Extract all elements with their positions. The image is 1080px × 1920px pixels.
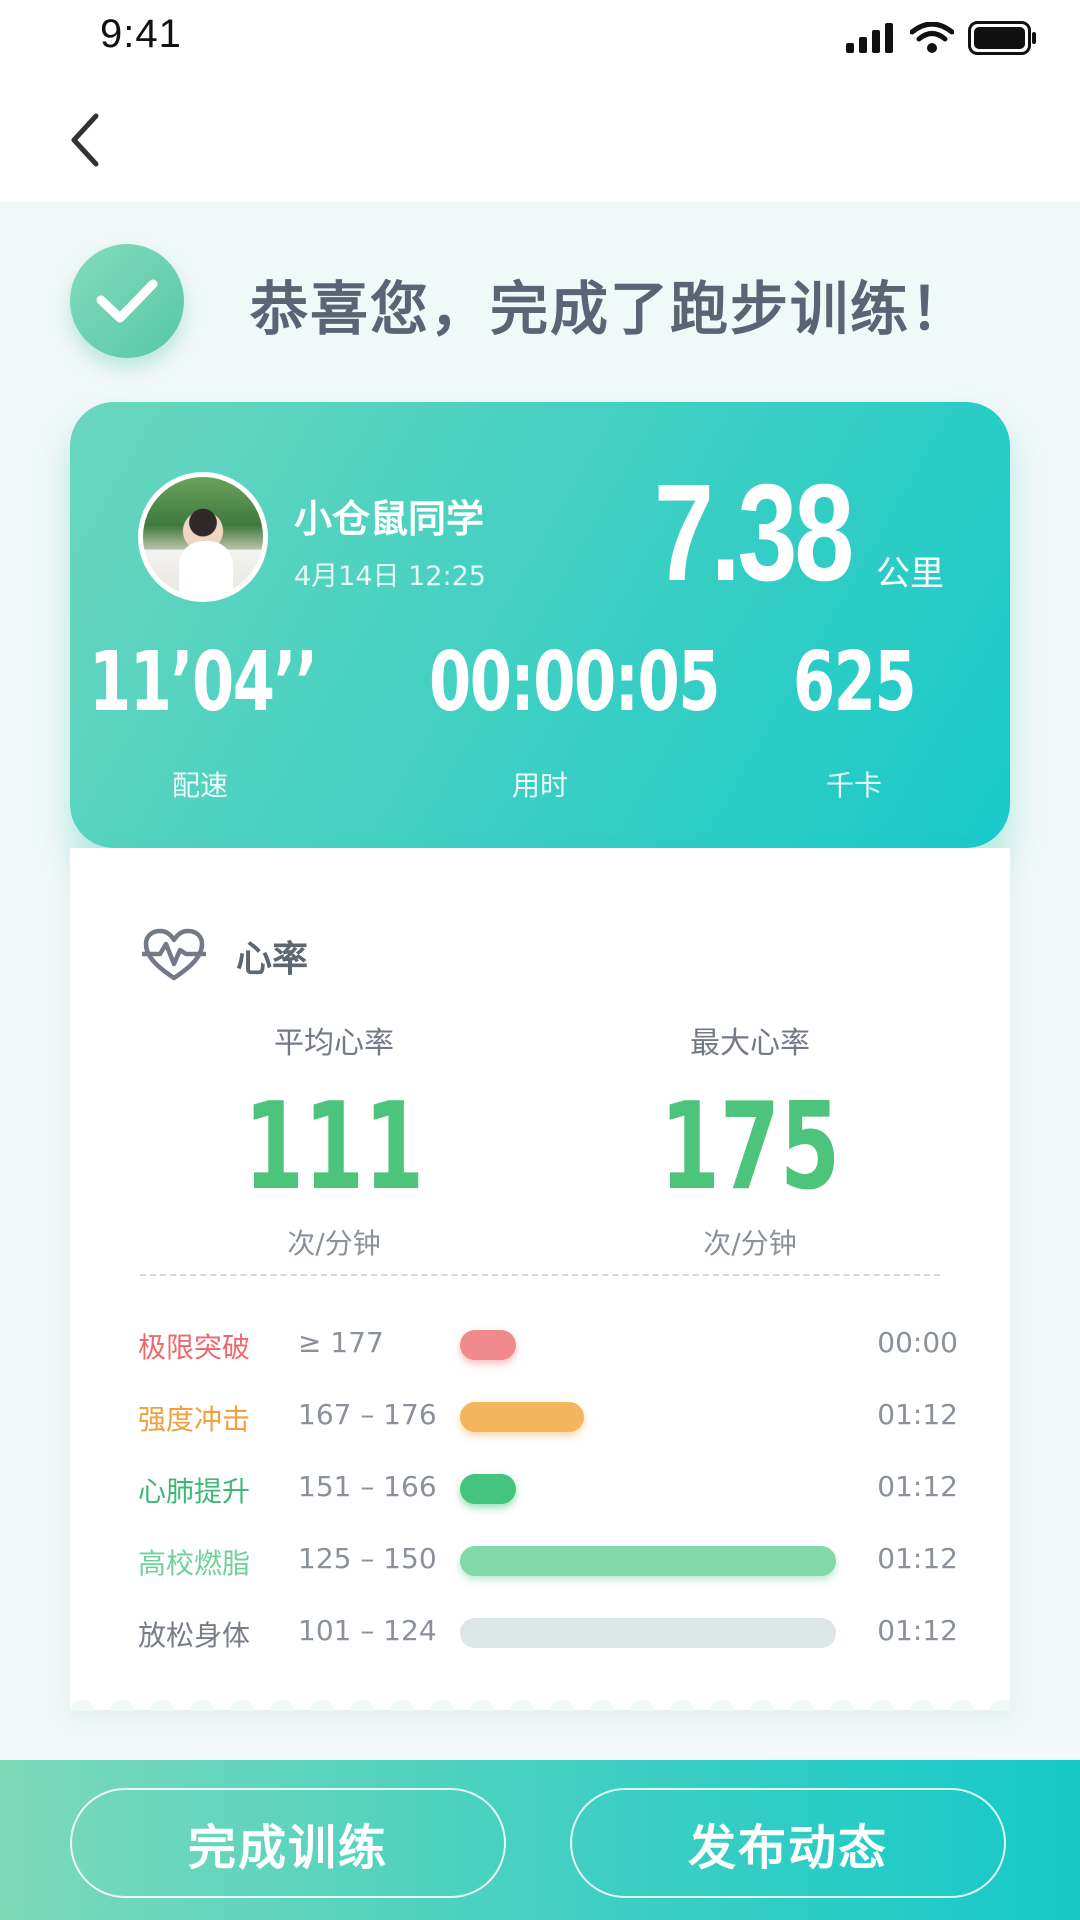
chevron-left-icon bbox=[71, 113, 99, 167]
zone-row: 强度冲击 167 – 176 01:12 bbox=[138, 1388, 958, 1448]
zone-name: 强度冲击 bbox=[138, 1403, 251, 1436]
avatar-figure bbox=[179, 541, 233, 597]
signal-icon bbox=[846, 23, 893, 53]
zone-track bbox=[460, 1546, 836, 1576]
heart-rate-card: 心率 平均心率 111 次/分钟 最大心率 175 次/分钟 极限突破 ≥ 17… bbox=[70, 848, 1010, 1711]
zone-bar bbox=[460, 1546, 836, 1576]
average-heart-rate: 平均心率 111 次/分钟 bbox=[184, 1018, 484, 1262]
zone-bar bbox=[460, 1402, 585, 1432]
zone-time: 01:12 bbox=[877, 1398, 958, 1431]
max-heart-rate: 最大心率 175 次/分钟 bbox=[600, 1018, 900, 1262]
zone-row: 极限突破 ≥ 177 00:00 bbox=[138, 1316, 958, 1376]
average-hr-unit: 次/分钟 bbox=[287, 1227, 381, 1260]
zone-row: 心肺提升 151 – 166 01:12 bbox=[138, 1460, 958, 1520]
top-bar: 9:41 bbox=[0, 0, 1080, 202]
pace-value: 11’04’’ bbox=[89, 635, 318, 730]
checkmark-icon bbox=[96, 279, 158, 323]
avatar[interactable] bbox=[138, 472, 268, 602]
heart-pulse-icon bbox=[142, 928, 206, 981]
status-icons bbox=[846, 20, 1038, 56]
stat-duration: 00:00:05 用时 bbox=[390, 635, 721, 804]
back-button[interactable] bbox=[64, 110, 108, 170]
duration-value: 00:00:05 bbox=[429, 635, 721, 730]
zone-row: 高校燃脂 125 – 150 01:12 bbox=[138, 1532, 958, 1592]
distance-value: 7.38 bbox=[654, 456, 854, 610]
pace-label: 配速 bbox=[171, 769, 228, 802]
max-hr-label: 最大心率 bbox=[690, 1026, 810, 1061]
average-hr-value: 111 bbox=[243, 1078, 425, 1217]
zone-name: 极限突破 bbox=[138, 1331, 251, 1364]
success-badge bbox=[70, 244, 184, 358]
stat-pace: 11’04’’ 配速 bbox=[50, 642, 350, 804]
zone-bar bbox=[460, 1474, 517, 1504]
stat-calories: 625 千卡 bbox=[704, 642, 1004, 804]
calories-label: 千卡 bbox=[825, 769, 882, 802]
heart-rate-header: 心率 bbox=[142, 928, 308, 984]
wifi-icon bbox=[910, 22, 954, 53]
zone-bar bbox=[460, 1330, 517, 1360]
summary-card: 小仓鼠同学 4月14日 12:25 7.38 公里 11’04’’ 配速 00:… bbox=[70, 402, 1010, 848]
duration-label: 用时 bbox=[511, 769, 568, 802]
zone-name: 高校燃脂 bbox=[138, 1547, 251, 1580]
max-hr-unit: 次/分钟 bbox=[703, 1227, 797, 1260]
zone-time: 01:12 bbox=[877, 1542, 958, 1575]
publish-post-button[interactable]: 发布动态 bbox=[570, 1788, 1006, 1898]
bottom-action-bar: 完成训练 发布动态 bbox=[0, 1760, 1080, 1920]
battery-icon bbox=[968, 21, 1036, 55]
zone-time: 01:12 bbox=[877, 1614, 958, 1647]
zone-time: 00:00 bbox=[877, 1326, 958, 1359]
user-name: 小仓鼠同学 bbox=[294, 497, 485, 541]
zone-row: 放松身体 101 – 124 01:12 bbox=[138, 1604, 958, 1664]
zone-range: ≥ 177 bbox=[298, 1326, 384, 1359]
zone-track bbox=[460, 1618, 836, 1648]
status-time: 9:41 bbox=[100, 12, 182, 56]
ticket-edge bbox=[70, 1697, 1010, 1711]
zone-name: 心肺提升 bbox=[138, 1475, 251, 1508]
divider bbox=[140, 1274, 940, 1276]
zone-range: 167 – 176 bbox=[298, 1398, 437, 1431]
workout-datetime: 4月14日 12:25 bbox=[294, 561, 486, 592]
zone-time: 01:12 bbox=[877, 1470, 958, 1503]
congrats-message: 恭喜您，完成了跑步训练！ bbox=[250, 275, 971, 343]
zone-track bbox=[460, 1330, 836, 1360]
heart-rate-title: 心率 bbox=[236, 939, 309, 980]
distance-unit: 公里 bbox=[876, 554, 944, 594]
zone-bar bbox=[460, 1618, 836, 1648]
finish-training-button[interactable]: 完成训练 bbox=[70, 1788, 506, 1898]
zone-name: 放松身体 bbox=[138, 1619, 251, 1652]
zone-range: 101 – 124 bbox=[298, 1614, 437, 1647]
average-hr-label: 平均心率 bbox=[274, 1026, 394, 1061]
zone-range: 125 – 150 bbox=[298, 1542, 437, 1575]
zone-range: 151 – 166 bbox=[298, 1470, 437, 1503]
max-hr-value: 175 bbox=[659, 1078, 841, 1217]
zone-track bbox=[460, 1402, 836, 1432]
calories-value: 625 bbox=[792, 635, 917, 730]
zone-track bbox=[460, 1474, 836, 1504]
